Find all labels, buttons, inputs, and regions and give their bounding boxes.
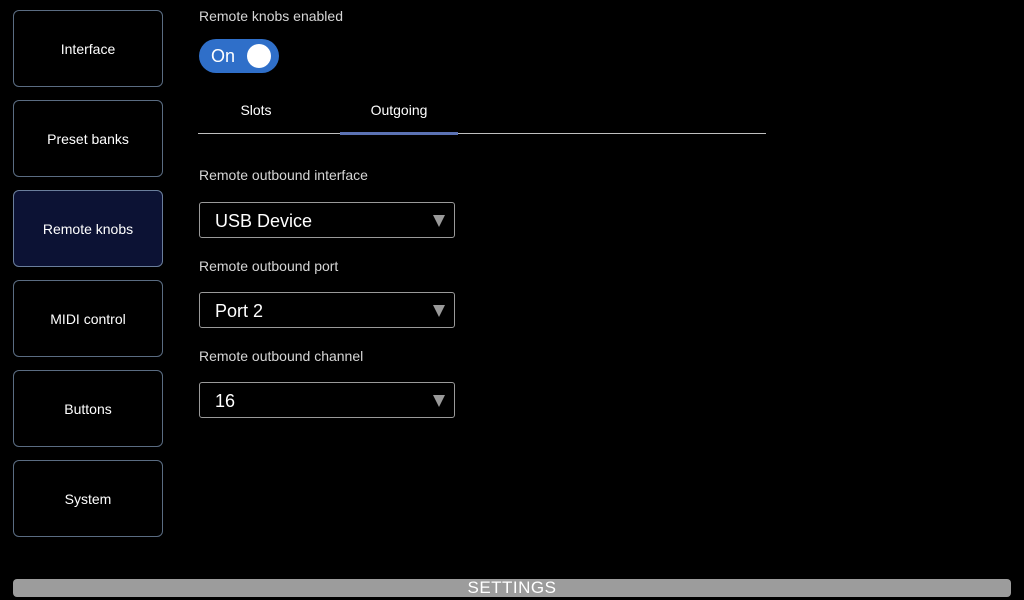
- sidebar-item-label: Interface: [60, 40, 116, 57]
- chevron-down-icon: [433, 215, 445, 227]
- select-value: 16: [215, 391, 236, 411]
- settings-footer-bar[interactable]: SETTINGS: [13, 578, 1011, 597]
- remote-knobs-toggle[interactable]: On: [199, 39, 279, 73]
- sidebar-item-interface[interactable]: Interface: [13, 10, 163, 87]
- chevron-down-icon: [433, 305, 445, 317]
- sidebar-item-preset-banks[interactable]: Preset banks: [13, 100, 163, 177]
- settings-screen: Interface Preset banks Remote knobs MIDI…: [0, 0, 1024, 600]
- outbound-interface-label: Remote outbound interface: [199, 167, 368, 183]
- sidebar-item-buttons[interactable]: Buttons: [13, 370, 163, 447]
- sidebar-item-label: Preset banks: [47, 130, 129, 147]
- sidebar-item-label: MIDI control: [50, 310, 126, 327]
- tab-slots[interactable]: Slots: [198, 90, 314, 134]
- outbound-port-select[interactable]: Port 2: [199, 292, 455, 328]
- remote-knobs-enabled-label: Remote knobs enabled: [199, 8, 343, 24]
- sidebar-item-system[interactable]: System: [13, 460, 163, 537]
- tab-outgoing[interactable]: Outgoing: [340, 90, 458, 135]
- toggle-state-text: On: [211, 46, 236, 66]
- sidebar-item-midi-control[interactable]: MIDI control: [13, 280, 163, 357]
- outbound-port-label: Remote outbound port: [199, 258, 339, 274]
- outbound-interface-select[interactable]: USB Device: [199, 202, 455, 238]
- toggle-knob: [247, 44, 271, 68]
- outbound-channel-select[interactable]: 16: [199, 382, 455, 418]
- footer-title: SETTINGS: [467, 578, 557, 597]
- outbound-channel-label: Remote outbound channel: [199, 348, 364, 364]
- select-value: Port 2: [215, 301, 264, 321]
- tab-label: Slots: [240, 102, 272, 118]
- sidebar-item-label: System: [64, 490, 112, 507]
- tab-label: Outgoing: [370, 102, 428, 118]
- sidebar-item-label: Buttons: [64, 400, 112, 417]
- sidebar-item-label: Remote knobs: [42, 220, 134, 237]
- tab-bar: Slots Outgoing: [198, 90, 766, 135]
- sidebar-item-remote-knobs[interactable]: Remote knobs: [13, 190, 163, 267]
- chevron-down-icon: [433, 395, 445, 407]
- select-value: USB Device: [215, 211, 313, 231]
